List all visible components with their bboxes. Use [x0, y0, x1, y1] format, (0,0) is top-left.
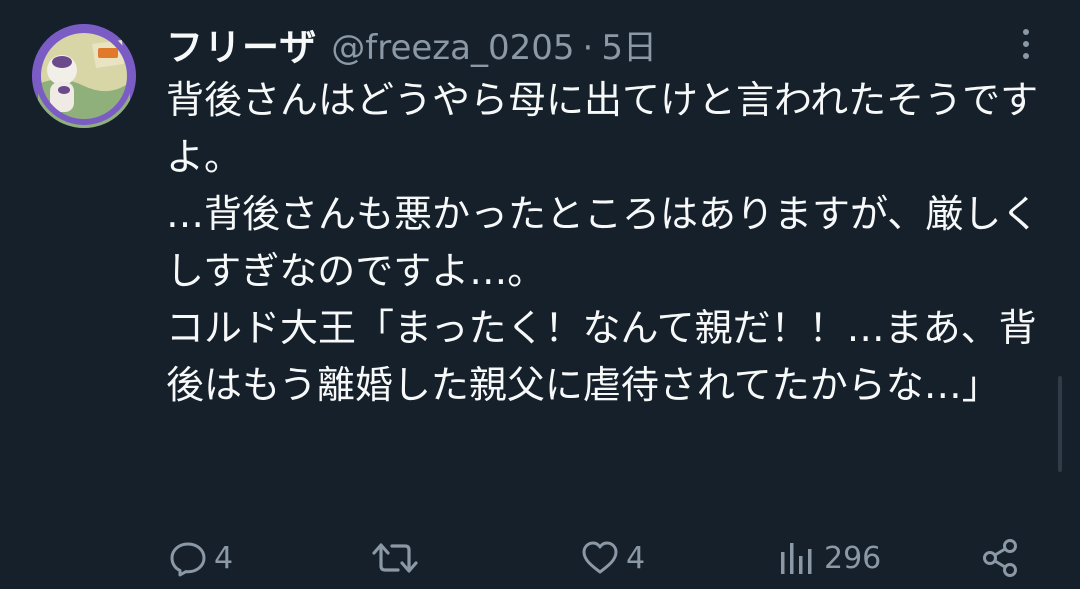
- heart-icon: [582, 541, 618, 574]
- meta-separator: ·: [582, 27, 594, 68]
- reply-button[interactable]: 4: [168, 534, 233, 582]
- views-count: 296: [824, 540, 882, 576]
- reply-count: 4: [214, 540, 234, 576]
- share-icon: [983, 539, 1017, 577]
- more-options-button[interactable]: [1008, 26, 1044, 62]
- more-vertical-icon: [1023, 29, 1029, 59]
- retweet-button[interactable]: [372, 534, 424, 582]
- like-button[interactable]: 4: [580, 534, 645, 582]
- retweet-icon: [372, 543, 418, 573]
- tweet-card[interactable]: フリーザ @freeza_0205 · 5日 背後さんはどうやら母に出てけと言われた…: [0, 0, 1080, 589]
- display-name[interactable]: フリーザ: [166, 17, 317, 71]
- views-icon: [781, 543, 812, 574]
- views-button[interactable]: 296: [778, 534, 881, 582]
- avatar[interactable]: [32, 24, 136, 128]
- reply-icon: [170, 542, 206, 577]
- user-handle[interactable]: @freeza_0205: [331, 28, 574, 68]
- share-button[interactable]: [980, 534, 1022, 582]
- tweet-text: 背後さんはどうやら母に出てけと言われたそうですよ。 …背後さんも悪かったところは…: [166, 72, 1046, 414]
- tweet-timestamp[interactable]: 5日: [601, 28, 657, 68]
- avatar-image: [32, 24, 136, 128]
- tweet-meta: @freeza_0205 · 5日: [331, 20, 657, 69]
- tweet-text-line: 背後さんはどうやら母に出てけと言われたそうですよ。: [166, 78, 1039, 179]
- tweet-text-line: コルド大王「まったく！なんて親だ！！…まあ、背後はもう離婚した親父に虐待されてた…: [166, 306, 1037, 407]
- tweet-header: フリーザ @freeza_0205 · 5日: [166, 16, 657, 72]
- action-bar: 4 4 296: [0, 534, 1080, 582]
- scrollbar[interactable]: [1058, 376, 1062, 472]
- tweet-text-line: …背後さんも悪かったところはありますが、厳しくしすぎなのですよ…。: [166, 192, 1040, 293]
- like-count: 4: [626, 540, 646, 576]
